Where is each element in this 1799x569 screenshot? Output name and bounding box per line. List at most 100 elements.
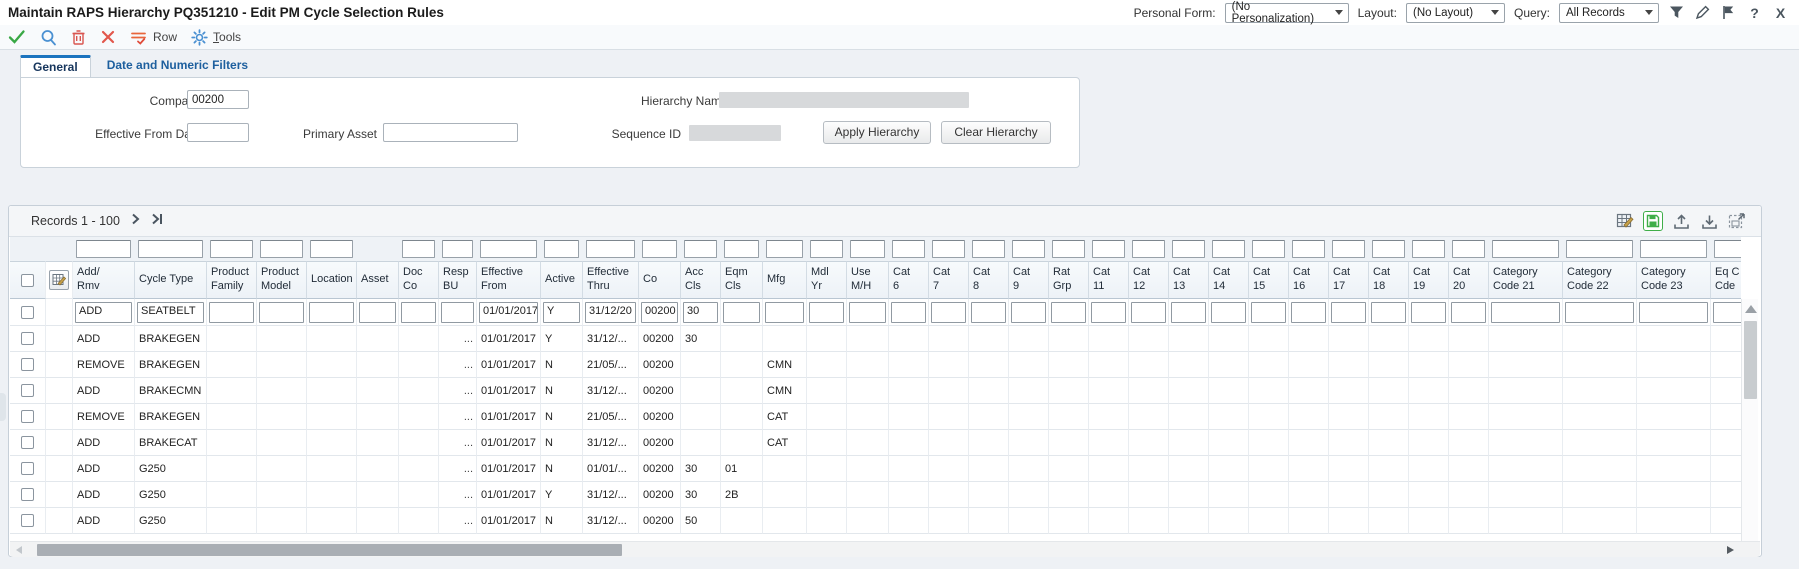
cell-cat15[interactable] (1249, 482, 1289, 508)
cell-product_model[interactable] (257, 508, 307, 534)
column-header-resp_bu[interactable]: Resp BU (439, 261, 477, 299)
cell-product_family[interactable] (207, 404, 257, 430)
cell-cat7[interactable] (929, 326, 969, 352)
cell-doc_co[interactable] (399, 482, 439, 508)
row-checkbox[interactable] (21, 514, 34, 527)
cell-effective_thru[interactable]: 31/12/... (583, 508, 639, 534)
cell-mfg[interactable] (763, 326, 807, 352)
cell-eqm_cls[interactable] (721, 352, 763, 378)
cell-mfg[interactable]: CAT (763, 430, 807, 456)
cell-mdl_yr[interactable] (807, 508, 847, 534)
cell-cat8[interactable] (969, 482, 1009, 508)
cell-cat18[interactable] (1369, 508, 1409, 534)
cell-mdl_yr[interactable] (807, 404, 847, 430)
qbe-filter-resp_bu[interactable] (442, 240, 473, 258)
cell-cat15[interactable] (1249, 508, 1289, 534)
cell-acc_cls[interactable] (681, 430, 721, 456)
cell-mfg[interactable]: CAT (763, 404, 807, 430)
qbe-filter-cat8[interactable] (972, 240, 1005, 258)
scroll-up-icon[interactable] (1745, 305, 1757, 313)
cell-cc22[interactable] (1563, 482, 1637, 508)
cell-location[interactable] (307, 352, 357, 378)
cell-cat6[interactable] (889, 378, 929, 404)
cell-doc_co[interactable] (399, 456, 439, 482)
cell-acc_cls[interactable]: 30 (681, 326, 721, 352)
cell-cat11[interactable] (1089, 404, 1129, 430)
cell-cat9[interactable] (1009, 430, 1049, 456)
cell-resp_bu[interactable]: ... (439, 378, 477, 404)
column-header-cat7[interactable]: Cat 7 (929, 261, 969, 299)
cell-eqm_cls[interactable]: 01 (721, 456, 763, 482)
cell-input-effective_from[interactable]: 01/01/2017 (479, 302, 538, 323)
column-header-cat12[interactable]: Cat 12 (1129, 261, 1169, 299)
cell-input-effective_thru[interactable]: 31/12/20 (585, 302, 636, 323)
cell-cat12[interactable] (1129, 482, 1169, 508)
cell-resp_bu[interactable]: ... (439, 456, 477, 482)
cell-acc_cls[interactable]: 30 (681, 456, 721, 482)
cell-cat6[interactable] (889, 456, 929, 482)
cancel-button[interactable] (100, 29, 116, 45)
cell-effective_thru[interactable]: 31/12/... (583, 430, 639, 456)
cell-cat11[interactable] (1089, 326, 1129, 352)
column-header-cat20[interactable]: Cat 20 (1449, 261, 1489, 299)
cell-input-cat16[interactable] (1291, 302, 1326, 323)
cell-input-cat9[interactable] (1011, 302, 1046, 323)
select-all-cell[interactable] (10, 261, 46, 299)
cell-acc_cls[interactable]: 50 (681, 508, 721, 534)
cell-cat9[interactable] (1009, 352, 1049, 378)
cell-cc22[interactable] (1563, 378, 1637, 404)
cell-co[interactable]: 00200 (639, 456, 681, 482)
cell-cat20[interactable] (1449, 456, 1489, 482)
qbe-filter-cat9[interactable] (1012, 240, 1045, 258)
qbe-filter-cat20[interactable] (1452, 240, 1485, 258)
row-select-cell[interactable] (10, 456, 46, 482)
ok-button[interactable] (8, 29, 26, 45)
cell-asset[interactable] (357, 456, 399, 482)
column-header-active[interactable]: Active (541, 261, 583, 299)
cell-product_model[interactable] (257, 456, 307, 482)
row-checkbox[interactable] (21, 462, 34, 475)
cell-eqm_cls[interactable]: 2B (721, 482, 763, 508)
column-header-location[interactable]: Location (307, 261, 357, 299)
horizontal-scrollbar-thumb[interactable] (37, 544, 622, 556)
cell-input-cat19[interactable] (1411, 302, 1446, 323)
cell-effective_thru[interactable]: 31/12/... (583, 326, 639, 352)
row-select-cell[interactable] (10, 508, 46, 534)
qbe-filter-cat15[interactable] (1252, 240, 1285, 258)
cell-cat19[interactable] (1409, 430, 1449, 456)
cell-co[interactable]: 00200 (639, 378, 681, 404)
close-icon[interactable]: X (1772, 5, 1789, 21)
cell-resp_bu[interactable]: ... (439, 404, 477, 430)
cell-cat8[interactable] (969, 326, 1009, 352)
download-grid-data-icon[interactable] (1699, 211, 1719, 231)
cell-active[interactable]: N (541, 404, 583, 430)
cell-cat12[interactable] (1129, 456, 1169, 482)
cell-acc_cls[interactable] (681, 404, 721, 430)
cell-cycle_type[interactable]: BRAKECAT (135, 430, 207, 456)
cell-use_mh[interactable] (847, 378, 889, 404)
cell-doc_co[interactable] (399, 404, 439, 430)
cell-add_rmv[interactable]: ADD (73, 508, 135, 534)
clear-hierarchy-button[interactable]: Clear Hierarchy (941, 121, 1051, 144)
cell-cat14[interactable] (1209, 508, 1249, 534)
cell-mdl_yr[interactable] (807, 352, 847, 378)
cell-active[interactable]: N (541, 352, 583, 378)
cell-co[interactable]: 00200 (639, 352, 681, 378)
cell-input-cat11[interactable] (1091, 302, 1126, 323)
cell-effective_thru[interactable]: 21/05/... (583, 404, 639, 430)
cell-co[interactable]: 00200 (639, 508, 681, 534)
cell-cat8[interactable] (969, 508, 1009, 534)
cell-cat16[interactable] (1289, 508, 1329, 534)
cell-location[interactable] (307, 404, 357, 430)
cell-rat_grp[interactable] (1049, 378, 1089, 404)
cell-eq_cde[interactable] (1711, 430, 1741, 456)
column-header-cat11[interactable]: Cat 11 (1089, 261, 1129, 299)
cell-cat7[interactable] (929, 378, 969, 404)
qbe-filter-cc23[interactable] (1640, 240, 1707, 258)
cell-acc_cls[interactable]: 30 (681, 482, 721, 508)
cell-input-cat18[interactable] (1371, 302, 1406, 323)
cell-rat_grp[interactable] (1049, 508, 1089, 534)
cell-input-rat_grp[interactable] (1051, 302, 1086, 323)
cell-cat20[interactable] (1449, 326, 1489, 352)
cell-location[interactable] (307, 482, 357, 508)
